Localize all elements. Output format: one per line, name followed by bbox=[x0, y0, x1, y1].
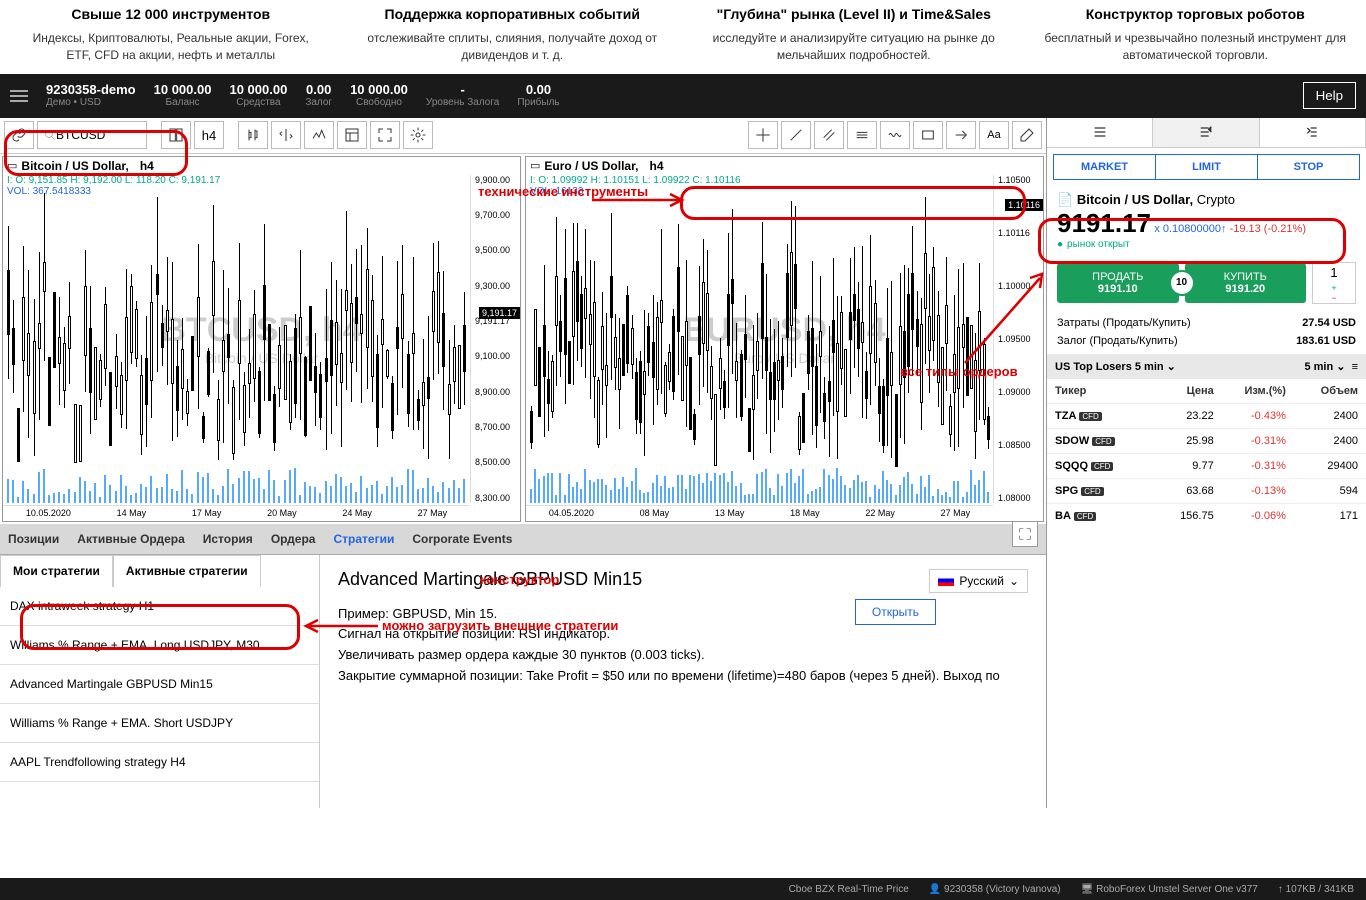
indicators-icon[interactable] bbox=[304, 121, 334, 149]
fullscreen-icon[interactable] bbox=[370, 121, 400, 149]
loser-row[interactable]: BACFD156.75-0.06%171 bbox=[1047, 503, 1366, 528]
feature-title: Конструктор торговых роботов bbox=[1045, 6, 1347, 22]
strategy-item[interactable]: Advanced Martingale GBPUSD Min15 bbox=[0, 665, 319, 704]
statusbar: Cboe BZX Real-Time Price 👤 9230358 (Vict… bbox=[0, 878, 1366, 900]
strategy-item[interactable]: DAX intraweek strategy H1 bbox=[0, 587, 319, 626]
strategy-title: Advanced Martingale GBPUSD Min15 bbox=[338, 569, 1028, 590]
feature-desc: исследуйте и анализируйте ситуацию на ры… bbox=[703, 30, 1005, 64]
strategy-item[interactable]: AAPL Trendfollowing strategy H4 bbox=[0, 743, 319, 782]
buy-button[interactable]: КУПИТЬ9191.20 bbox=[1185, 263, 1307, 303]
feature-desc: бесплатный и чрезвычайно полезный инстру… bbox=[1045, 30, 1347, 64]
instrument-name: 📄 Bitcoin / US Dollar, Crypto bbox=[1057, 192, 1356, 208]
link-icon[interactable] bbox=[4, 121, 34, 149]
feature-title: Поддержка корпоративных событий bbox=[362, 6, 664, 22]
open-button[interactable]: Открыть bbox=[855, 599, 936, 625]
trendline-icon[interactable] bbox=[781, 121, 811, 149]
feature-title: "Глубина" рынка (Level II) и Time&Sales bbox=[703, 6, 1005, 22]
feature-desc: отслеживайте сплиты, слияния, получайте … bbox=[362, 30, 664, 64]
losers-header[interactable]: US Top Losers 5 min ⌄5 min ⌄ ≡ bbox=[1047, 354, 1366, 379]
help-button[interactable]: Help bbox=[1303, 82, 1356, 109]
order-type-stop[interactable]: STOP bbox=[1258, 155, 1359, 179]
wave-icon[interactable] bbox=[880, 121, 910, 149]
sell-button[interactable]: ПРОДАТЬ9191.10 bbox=[1057, 263, 1179, 303]
language-selector[interactable]: Русский ⌄ bbox=[929, 569, 1028, 593]
user-label: 👤 9230358 (Victory Ivanova) bbox=[929, 884, 1061, 895]
candles-icon[interactable] bbox=[238, 121, 268, 149]
timeframe-button[interactable]: h4 bbox=[194, 121, 224, 149]
profit-value: 0.00 bbox=[526, 82, 551, 98]
strategy-item[interactable]: Williams % Range + EMA. Short USDJPY bbox=[0, 704, 319, 743]
tab-corporate-events[interactable]: Corporate Events bbox=[412, 532, 512, 546]
qty-plus[interactable]: + bbox=[1313, 283, 1355, 293]
account-selector[interactable]: 9230358-demo Демо • USD bbox=[46, 82, 136, 110]
margin-value: 0.00 bbox=[306, 82, 331, 98]
menu-icon[interactable] bbox=[10, 90, 28, 102]
server-label: 🖥 RoboForex Umstel Server One v377 bbox=[1081, 884, 1258, 895]
feature-title: Свыше 12 000 инструментов bbox=[20, 6, 322, 22]
symbol-search[interactable] bbox=[37, 121, 147, 149]
charts-area: ▭Bitcoin / US Dollar, h4 I: O: 9,151.85 … bbox=[0, 154, 1046, 524]
strategy-area: Мои стратегии Активные стратегии DAX int… bbox=[0, 554, 1046, 808]
feature-desc: Индексы, Криптовалюты, Реальные акции, F… bbox=[20, 30, 322, 64]
arrow-icon[interactable] bbox=[946, 121, 976, 149]
order-type-limit[interactable]: LIMIT bbox=[1156, 155, 1258, 179]
chart-btcusd[interactable]: ▭Bitcoin / US Dollar, h4 I: O: 9,151.85 … bbox=[2, 156, 521, 522]
chart-toolbar: h4 Aa bbox=[0, 118, 1046, 154]
loser-row[interactable]: SDOWCFD25.98-0.31%2400 bbox=[1047, 428, 1366, 453]
network-label: ↑ 107KB / 341KB bbox=[1278, 884, 1354, 895]
crosshair-icon[interactable] bbox=[748, 121, 778, 149]
tab-orders[interactable]: Ордера bbox=[271, 532, 316, 546]
subtab-my-strategies[interactable]: Мои стратегии bbox=[0, 555, 113, 587]
templates-icon[interactable] bbox=[337, 121, 367, 149]
spread-value: 10 bbox=[1169, 270, 1195, 296]
free-value: 10 000.00 bbox=[350, 82, 408, 98]
market-status: рынок открыт bbox=[1057, 239, 1356, 250]
loser-row[interactable]: SQQQCFD9.77-0.31%29400 bbox=[1047, 453, 1366, 478]
symbol-input[interactable] bbox=[56, 128, 136, 142]
quantity-stepper[interactable]: +− bbox=[1312, 262, 1356, 304]
side-tab-depth-icon[interactable] bbox=[1260, 118, 1366, 147]
channel-icon[interactable] bbox=[814, 121, 844, 149]
strategy-item[interactable]: Williams % Range + EMA. Long USDJPY, M30 bbox=[0, 626, 319, 665]
tab-history[interactable]: История bbox=[203, 532, 253, 546]
order-panel: MARKET LIMIT STOP 📄 Bitcoin / US Dollar,… bbox=[1046, 118, 1366, 808]
horizontal-lines-icon[interactable] bbox=[847, 121, 877, 149]
topbar: 9230358-demo Демо • USD 10 000.00Баланс … bbox=[0, 74, 1366, 118]
brush-icon[interactable] bbox=[1012, 121, 1042, 149]
text-icon[interactable]: Aa bbox=[979, 121, 1009, 149]
equity-value: 10 000.00 bbox=[229, 82, 287, 98]
settings-icon[interactable] bbox=[403, 121, 433, 149]
balance-value: 10 000.00 bbox=[154, 82, 212, 98]
qty-minus[interactable]: − bbox=[1313, 293, 1355, 303]
side-tab-list-icon[interactable] bbox=[1047, 118, 1153, 147]
loser-row[interactable]: TZACFD23.22-0.43%2400 bbox=[1047, 403, 1366, 428]
tab-positions[interactable]: Позиции bbox=[8, 532, 59, 546]
compare-icon[interactable] bbox=[271, 121, 301, 149]
tab-active-orders[interactable]: Активные Ордера bbox=[77, 532, 184, 546]
loser-row[interactable]: SPGCFD63.68-0.13%594 bbox=[1047, 478, 1366, 503]
instrument-price: 9191.17 bbox=[1057, 208, 1151, 238]
rectangle-icon[interactable] bbox=[913, 121, 943, 149]
layout-icon[interactable] bbox=[161, 121, 191, 149]
subtab-active-strategies[interactable]: Активные стратегии bbox=[113, 555, 261, 587]
tab-strategies[interactable]: Стратегии bbox=[333, 532, 394, 546]
bottom-tabs: Позиции Активные Ордера История Ордера С… bbox=[0, 524, 1046, 554]
order-type-market[interactable]: MARKET bbox=[1054, 155, 1156, 179]
feed-label: Cboe BZX Real-Time Price bbox=[789, 884, 909, 895]
level-value: - bbox=[460, 82, 464, 98]
side-tab-order-icon[interactable] bbox=[1153, 118, 1259, 147]
fullscreen-icon[interactable] bbox=[1012, 521, 1038, 547]
